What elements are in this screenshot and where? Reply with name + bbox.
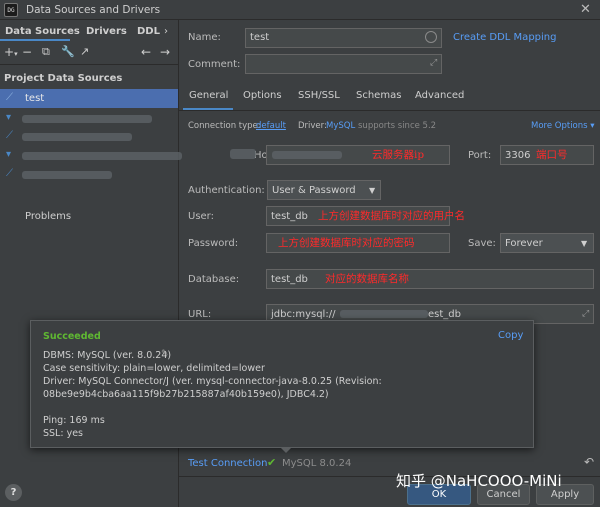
password-label: Password: (188, 238, 239, 249)
datasource-icon: ▾ (6, 112, 12, 123)
blurred-list-item[interactable] (22, 152, 182, 160)
tab-drivers[interactable]: Drivers (86, 26, 127, 37)
datasource-icon: ⟋ (6, 168, 13, 179)
database-label: Database: (188, 274, 240, 285)
problems-item[interactable]: Problems (25, 211, 71, 222)
window-title: Data Sources and Drivers (26, 4, 161, 16)
port-label: Port: (468, 150, 492, 161)
list-item-label[interactable]: test (25, 93, 44, 104)
tab-general[interactable]: General (189, 90, 228, 101)
connection-status-text: MySQL 8.0.24 (282, 458, 352, 469)
back-arrow-icon[interactable]: ← (141, 45, 151, 59)
authentication-label: Authentication: (188, 185, 265, 196)
url-suffix: est_db (428, 309, 461, 320)
database-value: test_db (271, 274, 308, 285)
copy-link[interactable]: Copy (498, 330, 523, 341)
tab-advanced[interactable]: Advanced (415, 90, 464, 101)
user-annotation: 上方创建数据库时对应的用户名 (318, 210, 465, 222)
remove-icon[interactable]: − (22, 45, 32, 59)
popup-pointer (280, 447, 292, 453)
authentication-value: User & Password (272, 185, 356, 196)
name-field[interactable] (245, 28, 442, 48)
active-tab-indicator (0, 39, 70, 41)
expand-icon[interactable]: ⤢ (430, 58, 437, 68)
chevron-down-icon: ▼ (581, 239, 588, 248)
tab-data-sources[interactable]: Data Sources (5, 26, 80, 37)
tab-ssh-ssl[interactable]: SSH/SSL (298, 90, 340, 101)
user-value: test_db (271, 211, 308, 222)
pencil-icon: ✎ (161, 349, 169, 359)
save-label: Save: (468, 238, 496, 249)
datasource-icon: ▾ (6, 149, 12, 160)
create-ddl-mapping-link[interactable]: Create DDL Mapping (453, 32, 556, 43)
user-label: User: (188, 211, 214, 222)
watermark: 知乎 @NaHCOOO-MiNi (396, 472, 562, 490)
blurred-region (230, 149, 256, 159)
connection-result-popup: Succeeded Copy DBMS: MySQL (ver. 8.0.24)… (30, 320, 534, 448)
connection-type-link[interactable]: default (256, 121, 286, 131)
chevron-right-icon[interactable]: › (164, 26, 168, 37)
wrench-icon[interactable]: 🔧 (61, 45, 75, 58)
url-prefix: jdbc:mysql:// (271, 309, 336, 320)
tab-options[interactable]: Options (243, 90, 282, 101)
password-annotation: 上方创建数据库时对应的密码 (278, 237, 415, 249)
help-button[interactable]: ? (5, 484, 22, 501)
duplicate-icon[interactable]: ⧉ (42, 45, 50, 59)
blurred-list-item[interactable] (22, 133, 132, 141)
divider (179, 110, 600, 111)
popup-line: Driver: MySQL Connector/J (ver. mysql-co… (43, 376, 382, 387)
comment-label: Comment: (188, 59, 241, 70)
blurred-list-item[interactable] (22, 115, 152, 123)
jump-to-source-icon[interactable]: ↗ (80, 45, 89, 58)
chevron-down-icon: ▼ (369, 186, 376, 195)
section-title: Project Data Sources (4, 73, 123, 84)
more-options-link[interactable]: More Options ▾ (531, 121, 595, 131)
close-icon[interactable]: ✕ (580, 2, 591, 17)
datasource-icon: ⟋ (6, 130, 13, 141)
name-label: Name: (188, 32, 221, 43)
divider (0, 64, 179, 65)
name-value: test (250, 32, 270, 43)
connection-type-label: Connection type: (188, 121, 261, 131)
blurred-url-host (340, 310, 428, 318)
tab-schemas[interactable]: Schemas (356, 90, 401, 101)
add-icon[interactable]: +▾ (4, 45, 18, 59)
popup-line: Ping: 169 ms (43, 415, 105, 426)
blurred-list-item[interactable] (22, 171, 112, 179)
undo-icon[interactable]: ↶ (584, 455, 594, 469)
expand-icon[interactable]: ⤢ (582, 309, 589, 319)
host-annotation: 云服务器ip (372, 149, 425, 161)
driver-note: supports since 5.2 (358, 121, 437, 131)
port-value: 3306 (505, 150, 531, 161)
popup-line: SSL: yes (43, 428, 83, 439)
driver-label: Driver: (298, 121, 327, 131)
comment-field[interactable] (245, 54, 442, 74)
driver-link[interactable]: MySQL (326, 121, 355, 131)
checkmark-icon: ✔ (267, 456, 277, 469)
tab-ddl[interactable]: DDL (137, 26, 160, 37)
popup-line: DBMS: MySQL (ver. 8.0.24) (43, 350, 172, 361)
popup-line: Case sensitivity: plain=lower, delimited… (43, 363, 265, 374)
mysql-icon: ⟋ (6, 92, 13, 103)
blurred-host-value (272, 151, 342, 159)
port-annotation: 端口号 (536, 149, 568, 161)
url-label: URL: (188, 309, 212, 320)
popup-line: 08be9e9b4cba6aa115f9b27b215887af40b159e0… (43, 389, 329, 400)
app-logo-icon: DG (4, 3, 18, 17)
database-field[interactable] (266, 269, 594, 289)
save-value: Forever (505, 238, 543, 249)
test-connection-link[interactable]: Test Connection (188, 458, 267, 469)
status-succeeded: Succeeded (43, 331, 101, 342)
color-picker-icon[interactable] (425, 31, 437, 43)
forward-arrow-icon[interactable]: → (160, 45, 170, 59)
database-annotation: 对应的数据库名称 (325, 273, 409, 285)
